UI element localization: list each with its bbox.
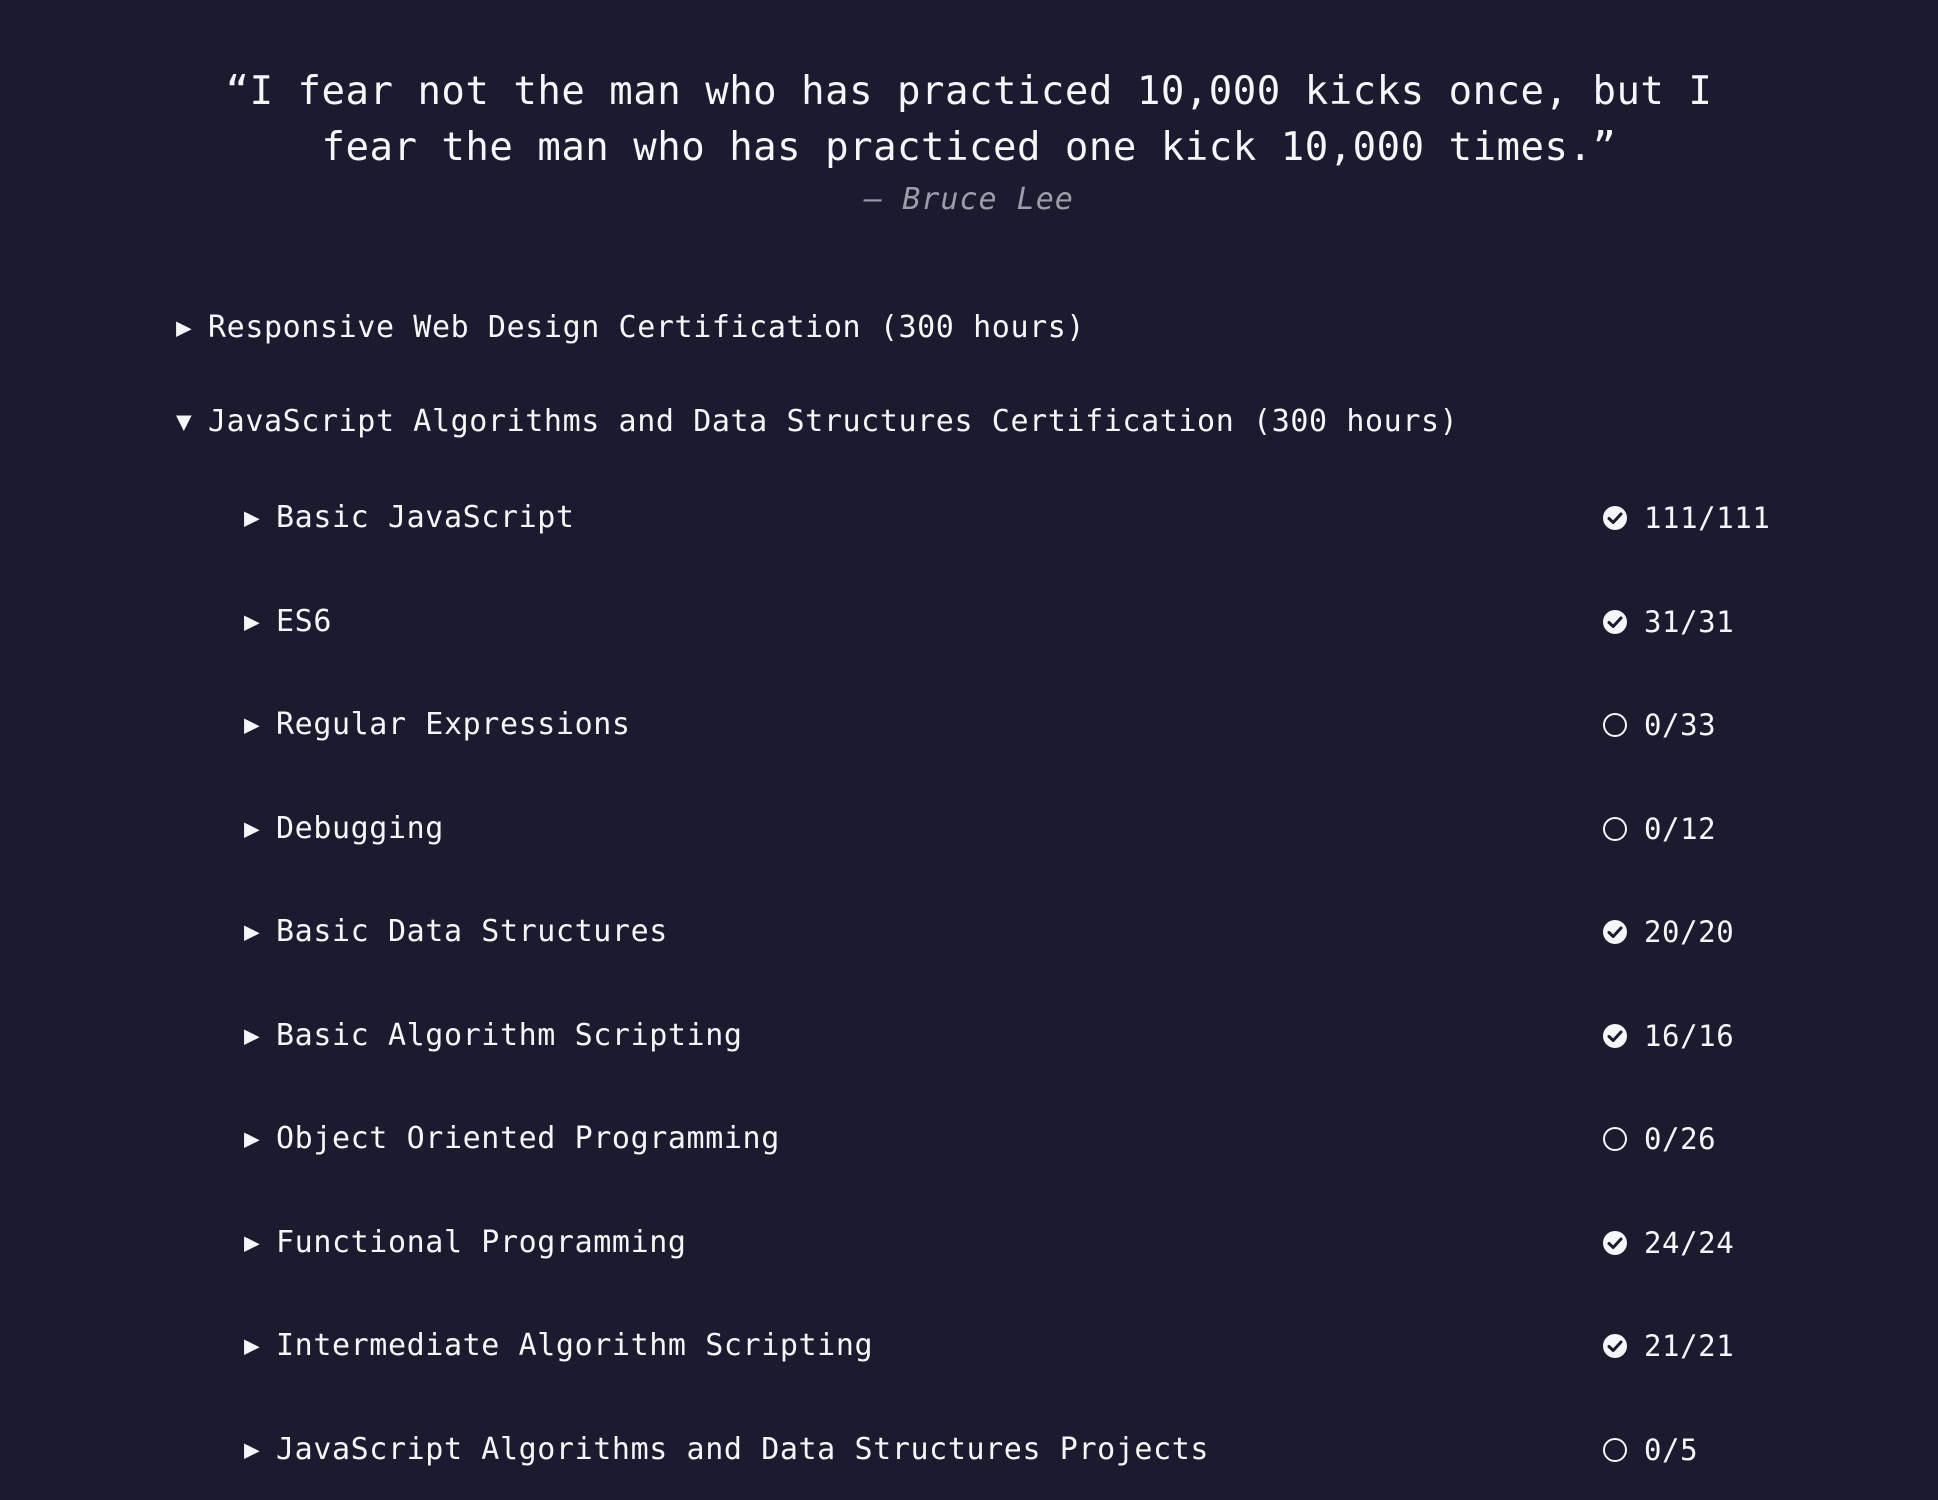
- superblock-row[interactable]: ▶ Regular Expressions 0/33: [244, 697, 1734, 801]
- superblock-row[interactable]: ▶ Basic JavaScript 111/111: [244, 490, 1770, 594]
- superblock-progress: 0/5: [1602, 1422, 1698, 1478]
- superblock-row[interactable]: ▶ Basic Algorithm Scripting 16/16: [244, 1008, 1734, 1112]
- superblock-title-group: ▶ Basic JavaScript: [244, 490, 575, 546]
- superblock-title-group: ▶ Object Oriented Programming: [244, 1111, 780, 1167]
- superblock-title: ES6: [276, 603, 332, 639]
- progress-count: 16/16: [1644, 1018, 1735, 1053]
- superblock-row[interactable]: ▶ JavaScript Algorithms and Data Structur…: [244, 1422, 1734, 1500]
- caret-right-icon: ▶: [244, 1020, 261, 1051]
- check-circle-icon: [1602, 919, 1628, 945]
- superblock-row[interactable]: ▶ Object Oriented Programming 0/26: [244, 1111, 1734, 1215]
- superblock-title-group: ▶ Intermediate Algorithm Scripting: [244, 1318, 873, 1374]
- caret-right-icon: ▶: [244, 1227, 261, 1258]
- check-circle-icon: [1602, 505, 1628, 531]
- empty-circle-icon: [1602, 1437, 1628, 1463]
- progress-count: 24/24: [1644, 1225, 1735, 1260]
- superblock-title: Functional Programming: [276, 1224, 687, 1260]
- caret-down-icon: ▼: [176, 407, 193, 437]
- progress-count: 0/12: [1644, 811, 1717, 846]
- progress-count: 21/21: [1644, 1329, 1735, 1363]
- superblock-progress: 111/111: [1602, 490, 1770, 546]
- superblock-title: Intermediate Algorithm Scripting: [276, 1328, 874, 1363]
- caret-right-icon: ▶: [244, 813, 261, 844]
- superblock-progress: 16/16: [1602, 1008, 1734, 1064]
- superblock-progress: 0/26: [1602, 1111, 1716, 1167]
- superblock-title: Basic JavaScript: [276, 500, 575, 535]
- superblock-progress: 24/24: [1602, 1215, 1734, 1271]
- progress-count: 20/20: [1644, 915, 1735, 949]
- check-circle-icon: [1602, 1230, 1628, 1256]
- caret-right-icon: ▶: [244, 606, 261, 637]
- superblock-row[interactable]: ▶ Intermediate Algorithm Scripting 21/21: [244, 1318, 1734, 1422]
- superblock-title-group: ▶ Regular Expressions: [244, 697, 631, 753]
- superblock-progress: 21/21: [1602, 1318, 1734, 1374]
- caret-right-icon: ▶: [244, 1434, 261, 1465]
- empty-circle-icon: [1602, 816, 1628, 842]
- superblock-title: Debugging: [276, 810, 444, 846]
- quote-author: — Bruce Lee: [864, 182, 1074, 217]
- check-circle-icon: [1602, 1333, 1628, 1359]
- quote-block: “I fear not the man who has practiced 10…: [180, 64, 1758, 218]
- cert-javascript-algorithms[interactable]: ▼ JavaScript Algorithms and Data Structu…: [176, 404, 1458, 440]
- superblock-row[interactable]: ▶ Functional Programming 24/24: [244, 1215, 1734, 1319]
- superblock-progress: 0/12: [1602, 801, 1716, 857]
- superblock-title: Object Oriented Programming: [276, 1121, 780, 1156]
- cert-title: JavaScript Algorithms and Data Structure…: [208, 404, 1459, 439]
- superblock-title: Basic Algorithm Scripting: [276, 1017, 743, 1053]
- cert-responsive-web-design[interactable]: ▶ Responsive Web Design Certification (3…: [176, 310, 1085, 346]
- progress-count: 0/26: [1644, 1122, 1717, 1156]
- learn-map-page: “I fear not the man who has practiced 10…: [0, 0, 1938, 1500]
- superblock-title-group: ▶ ES6: [244, 594, 332, 650]
- superblock-title-group: ▶ Basic Algorithm Scripting: [244, 1008, 743, 1064]
- superblock-title: Regular Expressions: [276, 707, 631, 742]
- empty-circle-icon: [1602, 1126, 1628, 1152]
- progress-count: 0/5: [1644, 1432, 1699, 1467]
- superblock-title: Basic Data Structures: [276, 914, 668, 949]
- progress-count: 111/111: [1644, 501, 1771, 535]
- progress-count: 31/31: [1644, 604, 1735, 639]
- superblock-list: ▶ Basic JavaScript 111/111 ▶ ES6 31/31 ▶ Regula…: [244, 490, 1770, 1500]
- superblock-title-group: ▶ Basic Data Structures: [244, 904, 668, 960]
- superblock-progress: 31/31: [1602, 594, 1734, 650]
- caret-right-icon: ▶: [244, 1331, 261, 1361]
- caret-right-icon: ▶: [244, 1124, 261, 1154]
- caret-right-icon: ▶: [244, 710, 261, 740]
- empty-circle-icon: [1602, 712, 1628, 738]
- check-circle-icon: [1602, 609, 1628, 635]
- superblock-title-group: ▶ Functional Programming: [244, 1215, 687, 1271]
- superblock-row[interactable]: ▶ ES6 31/31: [244, 594, 1734, 698]
- superblock-row[interactable]: ▶ Basic Data Structures 20/20: [244, 904, 1734, 1008]
- check-circle-icon: [1602, 1023, 1628, 1049]
- superblock-title-group: ▶ JavaScript Algorithms and Data Structur…: [244, 1422, 1209, 1478]
- quote-text: “I fear not the man who has practiced 10…: [225, 69, 1713, 170]
- progress-count: 0/33: [1644, 708, 1717, 742]
- superblock-progress: 0/33: [1602, 697, 1716, 753]
- superblock-progress: 20/20: [1602, 904, 1734, 960]
- superblock-title-group: ▶ Debugging: [244, 801, 444, 857]
- cert-title: Responsive Web Design Certification (300…: [208, 310, 1086, 345]
- superblock-title: JavaScript Algorithms and Data Structure…: [276, 1431, 1210, 1467]
- superblock-row[interactable]: ▶ Debugging 0/12: [244, 801, 1734, 905]
- caret-right-icon: ▶: [176, 313, 193, 343]
- caret-right-icon: ▶: [244, 503, 261, 533]
- caret-right-icon: ▶: [244, 917, 261, 947]
